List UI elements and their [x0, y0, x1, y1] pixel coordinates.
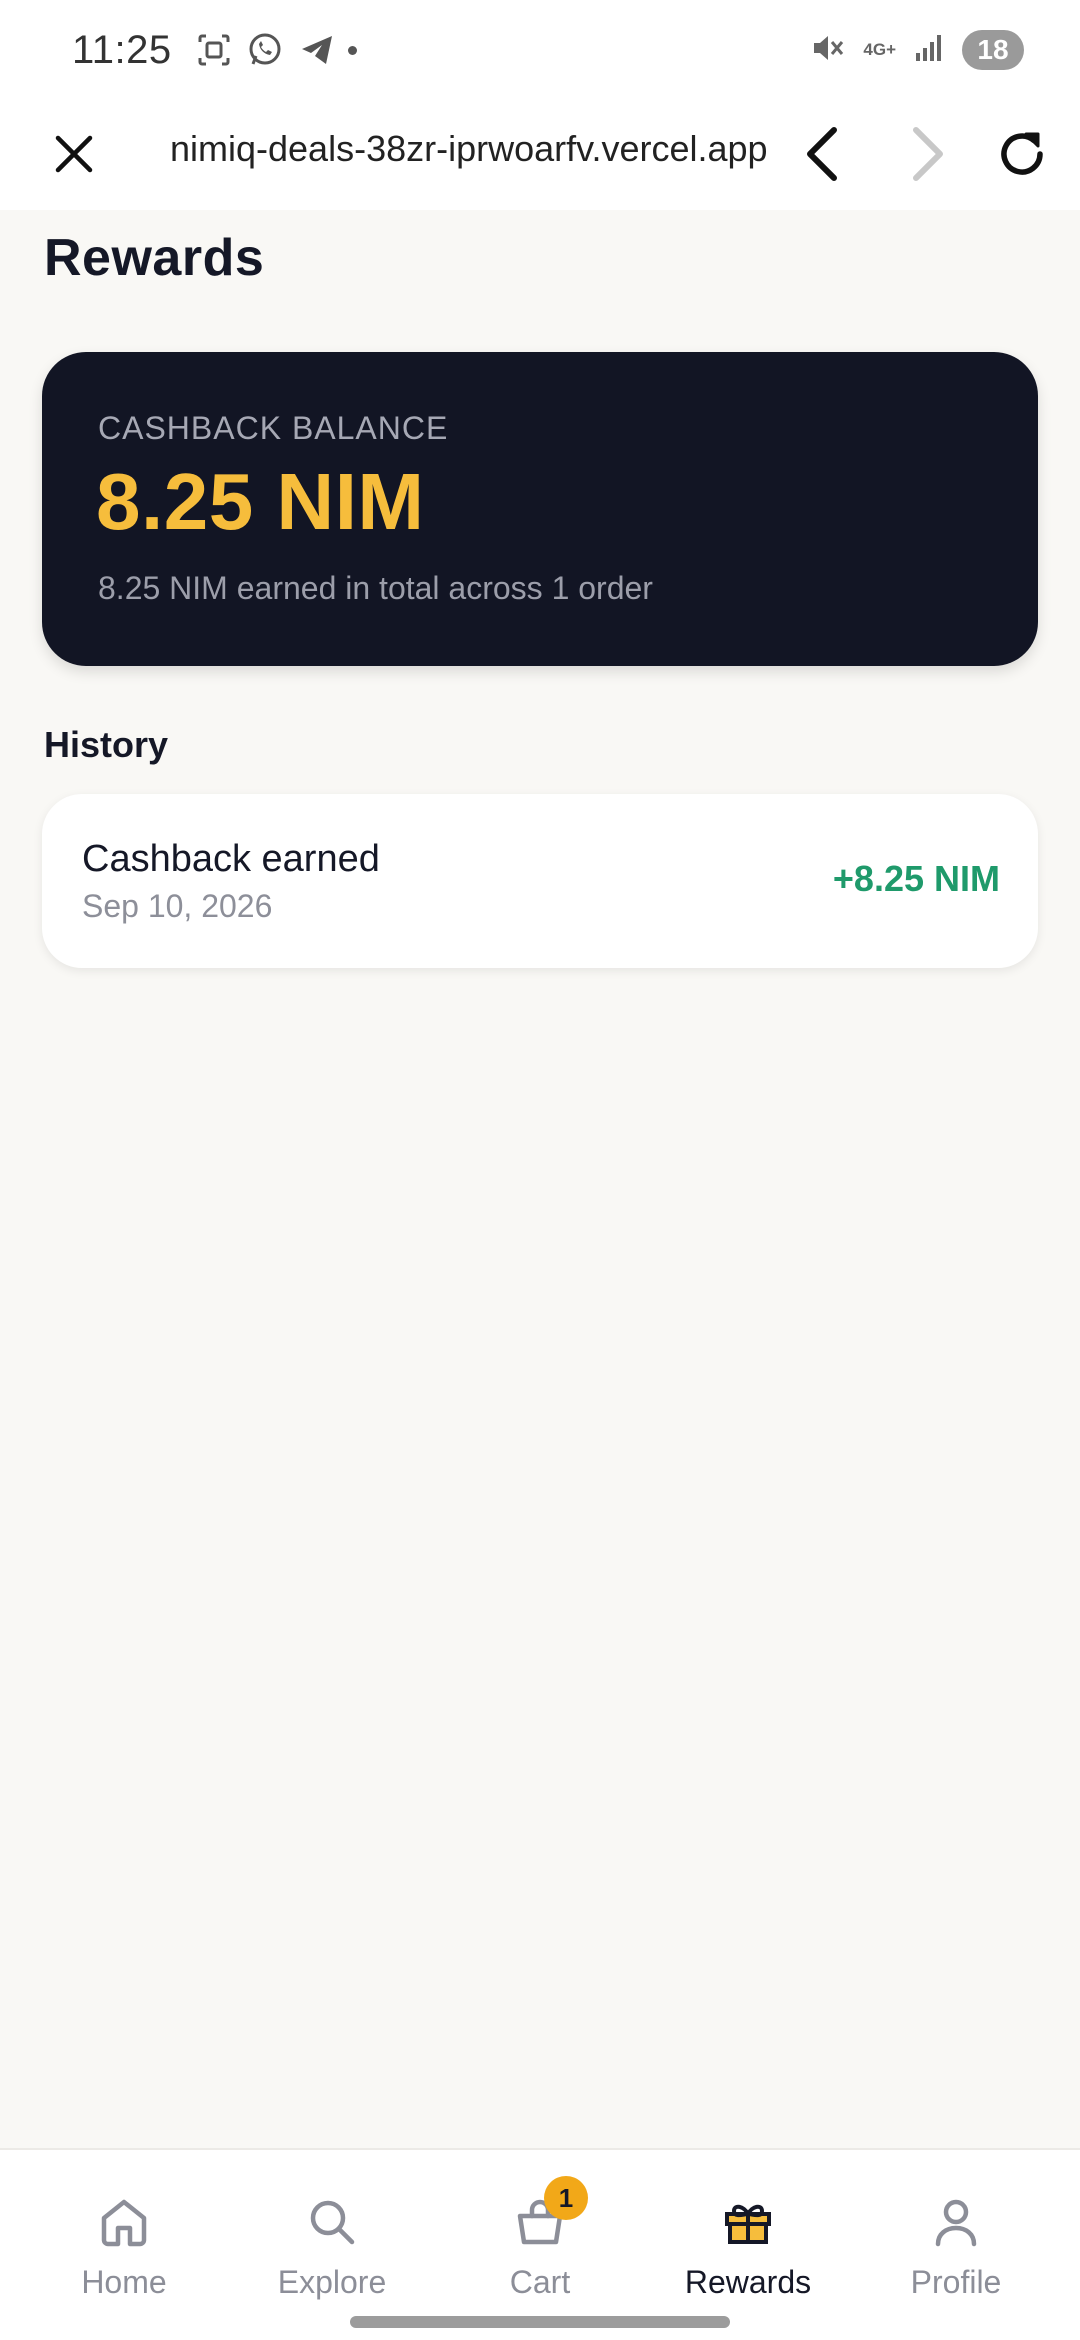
telegram-icon — [298, 31, 336, 69]
nav-item-profile[interactable]: Profile — [856, 2190, 1056, 2310]
whatsapp-icon — [246, 31, 284, 69]
nav-label-explore: Explore — [277, 2264, 387, 2300]
back-icon[interactable] — [792, 122, 852, 186]
nav-item-rewards[interactable]: Rewards — [648, 2190, 848, 2310]
network-type: 4G+ — [863, 40, 896, 59]
nav-label-rewards: Rewards — [684, 2264, 812, 2300]
mute-icon — [809, 30, 845, 71]
nav-item-cart[interactable]: 1 Cart — [440, 2176, 640, 2310]
reload-icon[interactable] — [990, 122, 1054, 186]
status-notification-icons — [196, 31, 336, 69]
bottom-nav: Home Explore 1 Cart Rewards Profile — [0, 2148, 1080, 2340]
battery-icon: 18 — [962, 30, 1024, 70]
list-item[interactable]: Cashback earned Sep 10, 2026 +8.25 NIM — [42, 794, 1038, 968]
status-bar: 11:25 4G+ 18 — [0, 0, 1080, 100]
status-more-dot — [347, 45, 357, 55]
cashback-balance-card: CASHBACK BALANCE 8.25 NIM 8.25 NIM earne… — [42, 352, 1038, 666]
close-icon[interactable] — [44, 124, 104, 184]
home-indicator[interactable] — [350, 2316, 730, 2328]
balance-summary: 8.25 NIM earned in total across 1 order — [98, 570, 653, 606]
nav-label-home: Home — [81, 2264, 167, 2300]
search-icon — [300, 2190, 364, 2254]
balance-amount: 8.25 NIM — [96, 457, 425, 546]
screenshot-icon — [196, 32, 232, 68]
cart-icon: 1 — [508, 2176, 588, 2254]
page-title: Rewards — [44, 229, 265, 287]
history-item-title: Cashback earned — [82, 838, 380, 880]
nav-label-profile: Profile — [910, 2264, 1002, 2300]
nav-item-explore[interactable]: Explore — [232, 2190, 432, 2310]
history-title: History — [44, 724, 169, 765]
balance-label: CASHBACK BALANCE — [98, 410, 449, 446]
history-item-amount: +8.25 NIM — [832, 858, 1000, 899]
nav-label-cart: Cart — [509, 2264, 571, 2300]
status-time: 11:25 — [72, 27, 172, 72]
status-system-icons: 4G+ 18 — [809, 30, 1024, 71]
history-item-date: Sep 10, 2026 — [82, 888, 273, 924]
signal-icon — [914, 33, 944, 68]
nav-item-home[interactable]: Home — [24, 2190, 224, 2310]
home-icon — [92, 2190, 156, 2254]
address-bar-url[interactable]: nimiq-deals-38zr-iprwoarfv.vercel.app — [170, 128, 810, 170]
forward-icon[interactable] — [898, 122, 958, 186]
cart-badge: 1 — [544, 2176, 588, 2220]
profile-icon — [924, 2190, 988, 2254]
gift-icon — [716, 2190, 780, 2254]
browser-toolbar: nimiq-deals-38zr-iprwoarfv.vercel.app — [0, 100, 1080, 210]
